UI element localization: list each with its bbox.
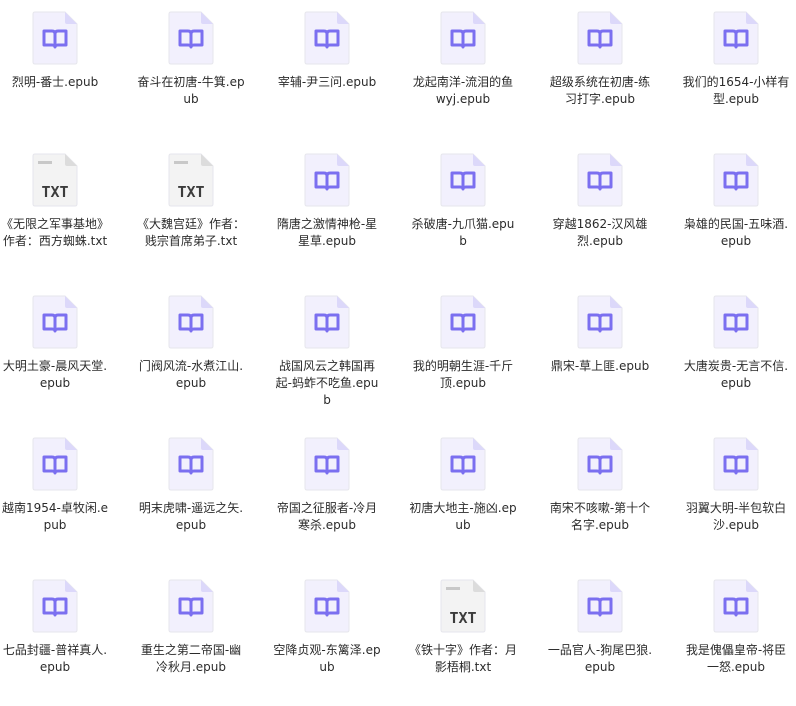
epub-book-icon[interactable] — [32, 437, 78, 491]
file-item[interactable]: 一品官人-狗尾巴狼.epub — [545, 568, 675, 698]
file-item[interactable]: 杀破唐-九爪猫.epub — [408, 142, 538, 272]
epub-book-icon[interactable] — [713, 11, 759, 65]
file-name: 大明土豪-晨风天堂.epub — [2, 359, 108, 390]
file-item[interactable]: TXT 《大魏宫廷》作者：贱宗首席弟子.txt — [136, 142, 266, 272]
epub-book-icon[interactable] — [440, 11, 486, 65]
epub-book-icon[interactable] — [713, 579, 759, 633]
file-item[interactable]: 帝国之征服者-冷月寒杀.epub — [272, 426, 402, 556]
txt-file-icon[interactable]: TXT — [168, 153, 214, 207]
file-name: 穿越1862-汉风雄烈.epub — [552, 217, 648, 248]
file-name: 超级系统在初唐-练习打字.epub — [549, 75, 651, 106]
file-item[interactable]: 空降贞观-东篱泽.epub — [272, 568, 402, 698]
epub-book-icon[interactable] — [168, 437, 214, 491]
file-item[interactable]: 我的明朝生涯-千斤顶.epub — [408, 284, 538, 414]
epub-book-icon[interactable] — [304, 437, 350, 491]
epub-book-icon[interactable] — [713, 153, 759, 207]
file-name: 烈明-番士.epub — [11, 75, 99, 89]
file-item[interactable]: 初唐大地主-施凶.epub — [408, 426, 538, 556]
file-name: 我的明朝生涯-千斤顶.epub — [412, 359, 514, 390]
file-item[interactable]: 大唐炭贵-无言不信.epub — [681, 284, 796, 414]
epub-book-icon[interactable] — [577, 153, 623, 207]
file-item[interactable]: 穿越1862-汉风雄烈.epub — [545, 142, 675, 272]
file-name: 杀破唐-九爪猫.epub — [411, 217, 515, 248]
file-name: 初唐大地主-施凶.epub — [409, 501, 517, 532]
file-name: 重生之第二帝国-幽冷秋月.epub — [140, 643, 242, 674]
file-item[interactable]: 南宋不咳嗽-第十个名字.epub — [545, 426, 675, 556]
file-item[interactable]: 七品封疆-普祥真人.epub — [0, 568, 130, 698]
file-item[interactable]: 羽翼大明-半包软白沙.epub — [681, 426, 796, 556]
file-item[interactable]: 我们的1654-小样有型.epub — [681, 0, 796, 130]
file-item[interactable]: 门阀风流-水煮江山.epub — [136, 284, 266, 414]
file-item[interactable]: 枭雄的民国-五味酒.epub — [681, 142, 796, 272]
file-item[interactable]: TXT 《铁十字》作者：月影梧桐.txt — [408, 568, 538, 698]
file-item[interactable]: 宰辅-尹三问.epub — [272, 0, 402, 130]
file-name: 宰辅-尹三问.epub — [277, 75, 377, 89]
epub-book-icon[interactable] — [577, 11, 623, 65]
file-item[interactable]: 明末虎啸-遥远之矢.epub — [136, 426, 266, 556]
txt-file-icon[interactable]: TXT — [440, 579, 486, 633]
epub-book-icon[interactable] — [32, 579, 78, 633]
file-name: 羽翼大明-半包软白沙.epub — [685, 501, 787, 532]
file-item[interactable]: 重生之第二帝国-幽冷秋月.epub — [136, 568, 266, 698]
file-name: 奋斗在初唐-牛箕.epub — [137, 75, 245, 106]
file-name: 战国风云之韩国再起-蚂蚱不吃鱼.epub — [275, 359, 379, 407]
file-name: 大唐炭贵-无言不信.epub — [683, 359, 789, 390]
epub-book-icon[interactable] — [713, 437, 759, 491]
file-name: 《铁十字》作者：月影梧桐.txt — [408, 643, 517, 674]
file-name: 鼎宋-草上匪.epub — [550, 359, 650, 373]
file-item[interactable]: TXT 《无限之军事基地》作者：西方蜘蛛.txt — [0, 142, 130, 272]
epub-book-icon[interactable] — [304, 11, 350, 65]
file-name: 我是傀儡皇帝-将臣一怒.epub — [685, 643, 787, 674]
file-name: 我们的1654-小样有型.epub — [682, 75, 790, 106]
file-item[interactable]: 隋唐之激情神枪-星星草.epub — [272, 142, 402, 272]
file-item[interactable]: 龙起南洋-流泪的鱼wyj.epub — [408, 0, 538, 130]
epub-book-icon[interactable] — [713, 295, 759, 349]
file-item[interactable]: 鼎宋-草上匪.epub — [545, 284, 675, 414]
file-item[interactable]: 奋斗在初唐-牛箕.epub — [136, 0, 266, 130]
epub-book-icon[interactable] — [577, 579, 623, 633]
file-name: 枭雄的民国-五味酒.epub — [683, 217, 789, 248]
file-name: 门阀风流-水煮江山.epub — [138, 359, 244, 390]
txt-label: TXT — [177, 183, 204, 201]
file-name: 《无限之军事基地》作者：西方蜘蛛.txt — [0, 217, 109, 248]
file-name: 空降贞观-东篱泽.epub — [273, 643, 381, 674]
epub-book-icon[interactable] — [304, 295, 350, 349]
epub-book-icon[interactable] — [304, 153, 350, 207]
epub-book-icon[interactable] — [577, 295, 623, 349]
file-name: 帝国之征服者-冷月寒杀.epub — [276, 501, 378, 532]
epub-book-icon[interactable] — [440, 295, 486, 349]
file-name: 一品官人-狗尾巴狼.epub — [547, 643, 653, 674]
file-name: 越南1954-卓牧闲.epub — [1, 501, 109, 532]
file-name: 明末虎啸-遥远之矢.epub — [138, 501, 244, 532]
file-item[interactable]: 越南1954-卓牧闲.epub — [0, 426, 130, 556]
epub-book-icon[interactable] — [168, 295, 214, 349]
file-name: 七品封疆-普祥真人.epub — [2, 643, 108, 674]
file-item[interactable]: 烈明-番士.epub — [0, 0, 130, 130]
file-item[interactable]: 战国风云之韩国再起-蚂蚱不吃鱼.epub — [272, 284, 402, 414]
txt-label: TXT — [41, 183, 68, 201]
file-name: 南宋不咳嗽-第十个名字.epub — [549, 501, 651, 532]
epub-book-icon[interactable] — [577, 437, 623, 491]
file-item[interactable]: 我是傀儡皇帝-将臣一怒.epub — [681, 568, 796, 698]
file-name: 隋唐之激情神枪-星星草.epub — [276, 217, 378, 248]
file-item[interactable]: 大明土豪-晨风天堂.epub — [0, 284, 130, 414]
epub-book-icon[interactable] — [32, 295, 78, 349]
txt-file-icon[interactable]: TXT — [32, 153, 78, 207]
epub-book-icon[interactable] — [168, 579, 214, 633]
epub-book-icon[interactable] — [440, 437, 486, 491]
epub-book-icon[interactable] — [440, 153, 486, 207]
epub-book-icon[interactable] — [32, 11, 78, 65]
file-item[interactable]: 超级系统在初唐-练习打字.epub — [545, 0, 675, 130]
txt-label: TXT — [449, 609, 476, 627]
file-name: 《大魏宫廷》作者：贱宗首席弟子.txt — [136, 217, 245, 248]
epub-book-icon[interactable] — [304, 579, 350, 633]
file-name: 龙起南洋-流泪的鱼wyj.epub — [412, 75, 514, 106]
epub-book-icon[interactable] — [168, 11, 214, 65]
file-grid: 烈明-番士.epub 奋斗在初唐-牛箕.epub 宰辅-尹三问.epub 龙起南洋-流… — [0, 0, 796, 706]
